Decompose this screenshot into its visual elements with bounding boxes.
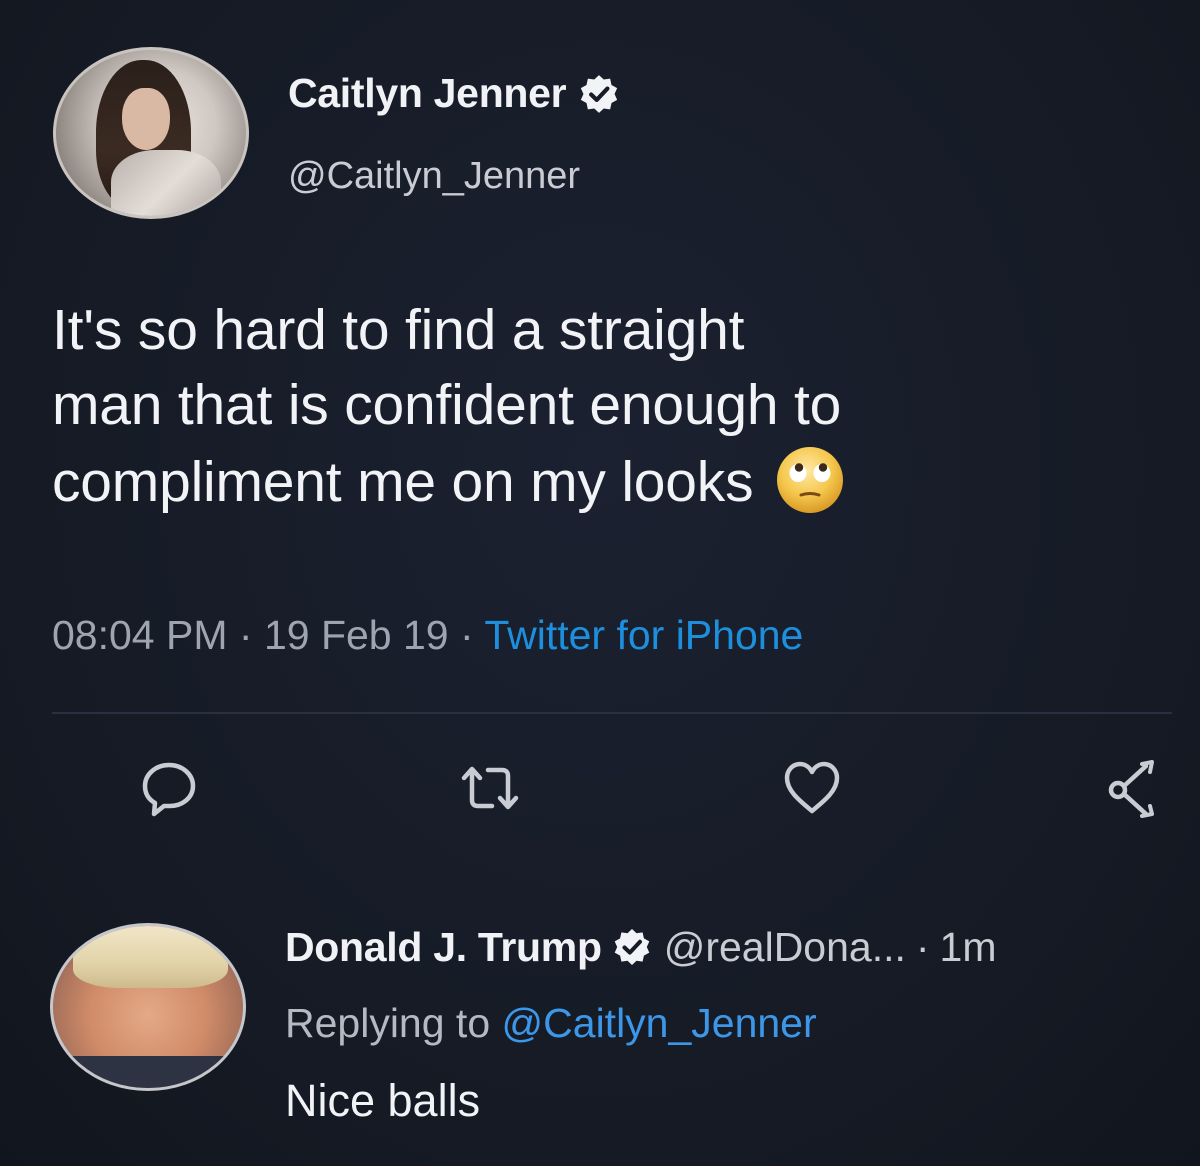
replying-to-label: Replying to [285,1000,491,1046]
tweet-text-line-content: compliment me on my looks [52,450,754,514]
reply-author-avatar[interactable] [50,923,246,1091]
tweet-date: 19 Feb 19 [263,612,449,658]
tweet-text: It's so hard to find a straight man that… [52,293,1182,520]
author-handle[interactable]: @Caitlyn_Jenner [288,155,580,198]
verified-badge-icon [612,927,654,969]
reply-text: Nice balls [285,1075,481,1126]
avatar-face [122,88,170,150]
author-name-row: Caitlyn Jenner [288,70,620,117]
reply-separator: · [915,924,930,970]
avatar-hair [73,926,228,988]
tweet-text-line: It's so hard to find a straight [52,298,745,362]
replying-to-line: Replying to @Caitlyn_Jenner [285,1000,817,1047]
verified-badge-icon [578,73,620,115]
like-icon[interactable] [780,756,844,820]
meta-separator: · [238,612,253,658]
reply-age: 1m [939,924,997,970]
rolling-eyes-emoji-icon [773,443,847,517]
tweet-source-link[interactable]: Twitter for iPhone [484,612,803,658]
replying-to-mention[interactable]: @Caitlyn_Jenner [502,1000,817,1046]
reply-author-handle[interactable]: @realDona... [664,924,906,971]
author-display-name[interactable]: Caitlyn Jenner [288,70,567,117]
reply-author-display-name[interactable]: Donald J. Trump [285,924,602,971]
divider [52,712,1172,714]
avatar-suit [53,1056,243,1088]
tweet-actions [0,756,1200,836]
reply-icon[interactable] [137,756,201,820]
avatar-shirt [111,150,221,216]
tweet-meta: 08:04 PM · 19 Feb 19 · Twitter for iPhon… [52,612,803,659]
meta-separator: · [460,612,474,658]
tweet-time: 08:04 PM [52,612,228,658]
tweet-text-line: compliment me on my looks [52,443,1182,520]
tweet-screen: Caitlyn Jenner @Caitlyn_Jenner It's so h… [0,0,1200,1166]
reply-header: Donald J. Trump @realDona... · 1m [285,924,997,971]
tweet-text-line: man that is confident enough to [52,373,842,437]
author-avatar[interactable] [53,47,249,219]
share-icon[interactable] [1104,756,1168,820]
retweet-icon[interactable] [458,756,522,820]
